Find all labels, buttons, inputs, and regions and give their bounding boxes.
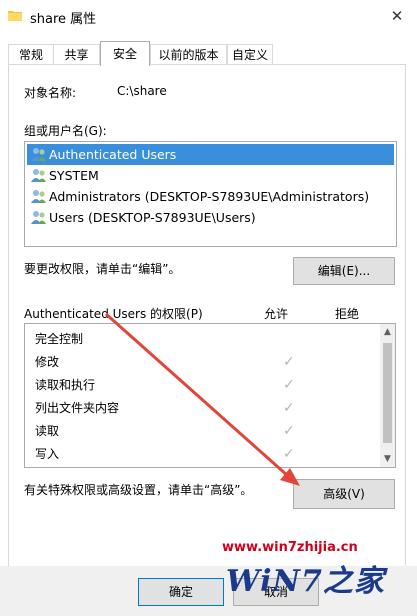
annotation-arrow-icon [105, 312, 300, 486]
watermark-logo: WiN7之家 [226, 564, 385, 599]
watermark-url: www.win7zhijia.cn [222, 540, 358, 555]
tab-security[interactable]: 安全 [100, 41, 150, 66]
